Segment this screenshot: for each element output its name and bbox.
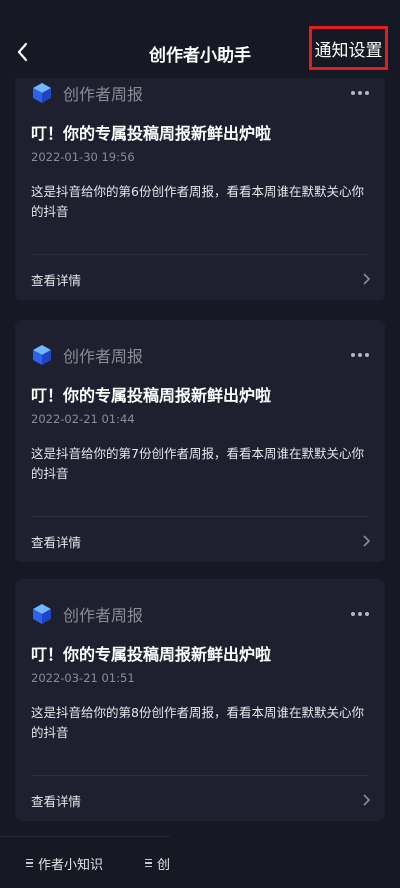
card-sender: 创作者周报: [31, 601, 143, 627]
more-dots-icon[interactable]: [351, 612, 369, 616]
card-divider: [31, 516, 369, 517]
view-details-button[interactable]: 查看详情: [31, 785, 371, 815]
chevron-right-icon: [363, 535, 371, 547]
cube-avatar-icon: [33, 604, 51, 624]
chevron-right-icon: [363, 794, 371, 806]
card-title: 叮！你的专属投稿周报新鲜出炉啦: [31, 386, 272, 405]
menu-item-creator-tips[interactable]: 作者小知识: [26, 854, 103, 873]
menu-item-label: 作者小知识: [38, 857, 104, 873]
card-time: 2022-02-21 01:44: [31, 412, 135, 426]
view-details-label: 查看详情: [31, 534, 82, 550]
sender-name: 创作者周报: [63, 606, 144, 625]
sender-name: 创作者周报: [63, 347, 144, 366]
cube-avatar-icon: [33, 345, 51, 365]
menu-item-create[interactable]: 创: [145, 854, 170, 873]
card-sender: 创作者周报: [31, 342, 143, 368]
card-sender: 创作者周报: [31, 80, 143, 106]
card-title: 叮！你的专属投稿周报新鲜出炉啦: [31, 645, 272, 664]
notification-settings-label: 通知设置: [314, 40, 383, 61]
card-title: 叮！你的专属投稿周报新鲜出炉啦: [31, 124, 272, 143]
card-divider: [31, 775, 369, 776]
view-details-button[interactable]: 查看详情: [31, 526, 371, 556]
notification-card[interactable]: 创作者周报 叮！你的专属投稿周报新鲜出炉啦 2022-03-21 01:51 这…: [15, 579, 385, 821]
menu-list-icon: [26, 858, 33, 868]
more-dots-icon[interactable]: [351, 353, 369, 357]
notification-settings-button[interactable]: 通知设置: [309, 26, 388, 70]
card-time: 2022-01-30 19:56: [31, 150, 135, 164]
chevron-right-icon: [363, 273, 371, 285]
notification-card[interactable]: 创作者周报 叮！你的专属投稿周报新鲜出炉啦 2022-01-30 19:56 这…: [15, 58, 385, 300]
card-divider: [31, 254, 369, 255]
card-time: 2022-03-21 01:51: [31, 671, 135, 685]
bottom-divider: [0, 836, 170, 837]
more-dots-icon[interactable]: [351, 91, 369, 95]
view-details-button[interactable]: 查看详情: [31, 264, 371, 294]
view-details-label: 查看详情: [31, 793, 82, 809]
top-nav-bar: 创作者小助手 通知设置: [0, 0, 400, 78]
bottom-menu-bar: 作者小知识 创: [0, 838, 400, 888]
notification-card[interactable]: 创作者周报 叮！你的专属投稿周报新鲜出炉啦 2022-02-21 01:44 这…: [15, 320, 385, 562]
card-body: 这是抖音给你的第6份创作者周报，看看本周谁在默默关心你的抖音: [31, 184, 364, 219]
sender-name: 创作者周报: [63, 85, 144, 104]
menu-item-label: 创: [157, 857, 171, 873]
menu-list-icon: [145, 858, 153, 868]
card-body: 这是抖音给你的第8份创作者周报，看看本周谁在默默关心你的抖音: [31, 705, 364, 740]
view-details-label: 查看详情: [31, 272, 82, 288]
card-body: 这是抖音给你的第7份创作者周报，看看本周谁在默默关心你的抖音: [31, 446, 364, 481]
cube-avatar-icon: [33, 83, 51, 103]
